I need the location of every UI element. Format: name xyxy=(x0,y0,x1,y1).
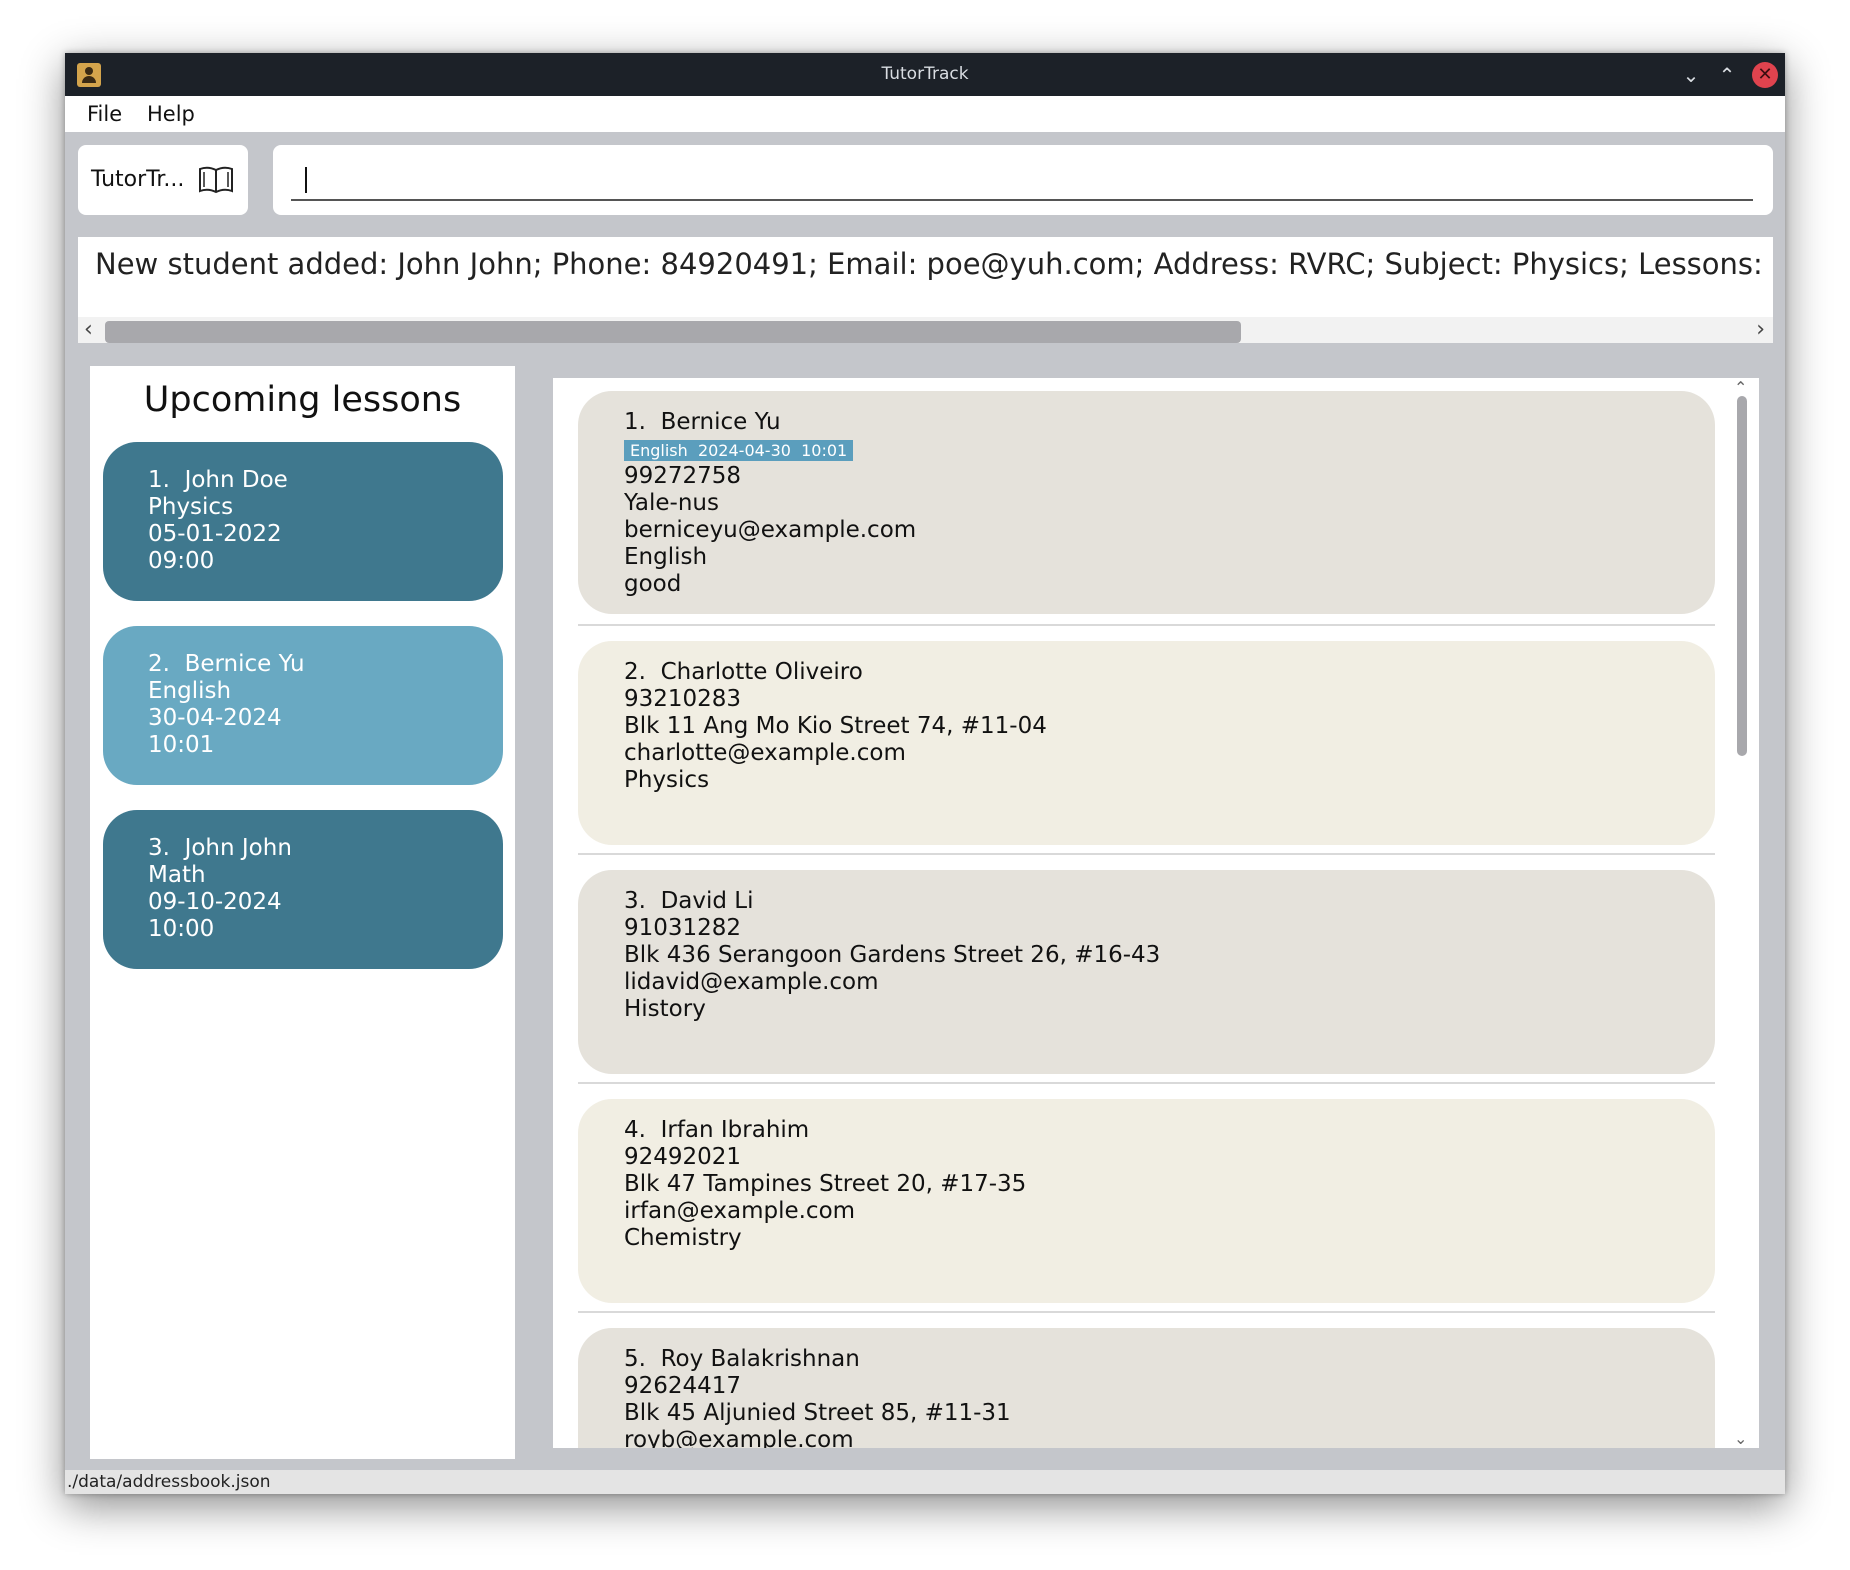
app-logo-label: TutorTr... xyxy=(91,167,185,192)
chevron-up-icon[interactable]: ⌃ xyxy=(1734,378,1747,397)
student-phone: 99272758 xyxy=(624,463,742,489)
upcoming-lessons-panel: Upcoming lessons 1. John Doe Physics 05-… xyxy=(90,366,515,1459)
lesson-date: 30-04-2024 xyxy=(148,705,282,731)
divider xyxy=(578,853,1715,855)
student-email: irfan@example.com xyxy=(624,1198,856,1224)
lesson-title: 2. Bernice Yu xyxy=(148,651,305,677)
student-subject: Chemistry xyxy=(624,1225,742,1251)
student-address: Yale-nus xyxy=(624,490,719,516)
lesson-card[interactable]: 3. John John Math 09-10-2024 10:00 xyxy=(103,810,503,969)
lesson-title: 1. John Doe xyxy=(148,467,288,493)
divider xyxy=(578,1082,1715,1084)
status-bar: ./data/addressbook.json xyxy=(65,1470,1785,1494)
result-message: New student added: John John; Phone: 849… xyxy=(95,247,1773,281)
menu-file[interactable]: File xyxy=(87,96,122,132)
book-icon xyxy=(199,166,233,194)
save-location: ./data/addressbook.json xyxy=(67,1472,271,1492)
lesson-date: 09-10-2024 xyxy=(148,889,282,915)
student-phone: 92624417 xyxy=(624,1373,742,1399)
student-name: 4. Irfan Ibrahim xyxy=(624,1117,810,1143)
student-email: charlotte@example.com xyxy=(624,740,906,766)
lesson-subject: Math xyxy=(148,862,206,888)
student-note: good xyxy=(624,571,682,597)
student-card[interactable]: 2. Charlotte Oliveiro 93210283 Blk 11 An… xyxy=(578,641,1715,845)
chevron-down-icon[interactable]: ⌄ xyxy=(1678,62,1704,88)
lesson-tag: English 2024-04-30 10:01 xyxy=(624,440,854,461)
student-phone: 92492021 xyxy=(624,1144,742,1170)
lesson-subject: Physics xyxy=(148,494,234,520)
student-name: 3. David Li xyxy=(624,888,754,914)
result-display: New student added: John John; Phone: 849… xyxy=(78,237,1773,343)
scrollbar-thumb[interactable] xyxy=(1737,396,1747,756)
student-email: lidavid@example.com xyxy=(624,969,879,995)
student-subject: History xyxy=(624,996,706,1022)
lessons-title: Upcoming lessons xyxy=(143,380,462,420)
chevron-down-icon[interactable]: ⌄ xyxy=(1734,1429,1747,1448)
student-address: Blk 47 Tampines Street 20, #17-35 xyxy=(624,1171,1027,1197)
window-title: TutorTrack xyxy=(881,64,969,84)
student-email: royb@example.com xyxy=(624,1427,854,1448)
student-subject: English xyxy=(624,544,708,570)
student-card[interactable]: 3. David Li 91031282 Blk 436 Serangoon G… xyxy=(578,870,1715,1074)
close-icon[interactable]: ✕ xyxy=(1752,62,1778,88)
lesson-card[interactable]: 2. Bernice Yu English 30-04-2024 10:01 xyxy=(103,626,503,785)
lesson-date: 05-01-2022 xyxy=(148,521,282,547)
student-card[interactable]: 4. Irfan Ibrahim 92492021 Blk 47 Tampine… xyxy=(578,1099,1715,1303)
student-subject: Physics xyxy=(624,767,710,793)
student-phone: 93210283 xyxy=(624,686,742,712)
menu-help[interactable]: Help xyxy=(147,96,195,132)
chevron-up-icon[interactable]: ⌃ xyxy=(1714,62,1740,88)
lesson-time: 10:00 xyxy=(148,916,215,942)
menu-bar: File Help xyxy=(65,96,1785,132)
chevron-right-icon[interactable]: › xyxy=(1756,317,1765,343)
student-address: Blk 436 Serangoon Gardens Street 26, #16… xyxy=(624,942,1161,968)
student-address: Blk 11 Ang Mo Kio Street 74, #11-04 xyxy=(624,713,1047,739)
student-name: 2. Charlotte Oliveiro xyxy=(624,659,863,685)
app-window: TutorTrack ⌄ ⌃ ✕ File Help TutorTr... Ne… xyxy=(65,53,1785,1494)
student-card[interactable]: 5. Roy Balakrishnan 92624417 Blk 45 Alju… xyxy=(578,1328,1715,1448)
command-box xyxy=(273,145,1773,215)
divider xyxy=(578,1311,1715,1313)
student-name: 1. Bernice Yu xyxy=(624,409,781,435)
student-list-panel: 1. Bernice Yu English 2024-04-30 10:01 9… xyxy=(553,378,1759,1448)
divider xyxy=(578,624,1715,626)
text-caret xyxy=(305,167,307,193)
lesson-time: 09:00 xyxy=(148,548,215,574)
lesson-subject: English xyxy=(148,678,232,704)
student-card[interactable]: 1. Bernice Yu English 2024-04-30 10:01 9… xyxy=(578,391,1715,614)
horizontal-scrollbar[interactable]: ‹ › xyxy=(78,317,1773,343)
vertical-scrollbar[interactable]: ⌃ ⌄ xyxy=(1724,378,1759,1448)
student-address: Blk 45 Aljunied Street 85, #11-31 xyxy=(624,1400,1011,1426)
lesson-title: 3. John John xyxy=(148,835,292,861)
student-phone: 91031282 xyxy=(624,915,742,941)
lesson-time: 10:01 xyxy=(148,732,215,758)
scrollbar-thumb[interactable] xyxy=(105,321,1241,343)
student-email: berniceyu@example.com xyxy=(624,517,917,543)
app-logo: TutorTr... xyxy=(78,145,248,215)
title-bar: TutorTrack ⌄ ⌃ ✕ xyxy=(65,53,1785,96)
lesson-card[interactable]: 1. John Doe Physics 05-01-2022 09:00 xyxy=(103,442,503,601)
student-name: 5. Roy Balakrishnan xyxy=(624,1346,860,1372)
command-input[interactable] xyxy=(291,155,1753,201)
chevron-left-icon[interactable]: ‹ xyxy=(84,317,93,343)
